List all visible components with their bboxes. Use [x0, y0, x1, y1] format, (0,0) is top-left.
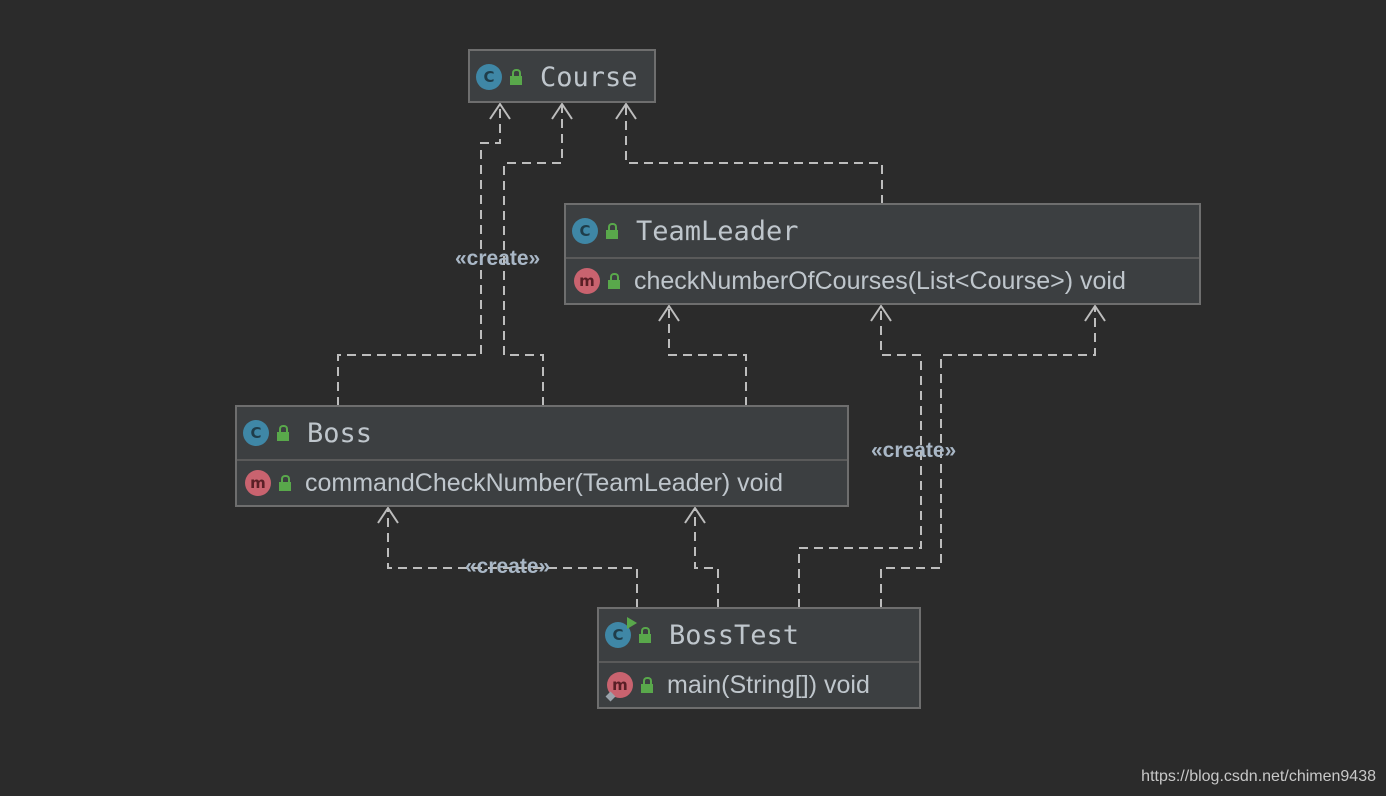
public-visibility-icon — [279, 475, 291, 491]
public-visibility-icon — [639, 627, 651, 643]
edge-boss-uses-teamleader — [668, 306, 747, 406]
method-row[interactable]: m main(String[]) void — [599, 661, 919, 707]
edge-label-create: «create» — [455, 247, 541, 270]
class-node-teamleader[interactable]: C TeamLeader m checkNumberOfCourses(List… — [564, 203, 1201, 305]
class-header: C Course — [470, 51, 654, 103]
edge-teamleader-uses-course — [625, 104, 883, 204]
uml-class-diagram: C Course C TeamLeader m checkNumberOfCou… — [0, 0, 1386, 796]
method-row[interactable]: m checkNumberOfCourses(List<Course>) voi… — [566, 257, 1199, 303]
class-icon: C — [243, 420, 269, 446]
public-visibility-icon — [608, 273, 620, 289]
class-name: BossTest — [669, 619, 800, 651]
edge-bosstest-uses-boss — [694, 508, 719, 608]
static-method-icon: m — [605, 672, 633, 702]
class-header: C TeamLeader — [566, 205, 1199, 257]
class-node-boss[interactable]: C Boss m commandCheckNumber(TeamLeader) … — [235, 405, 849, 507]
edge-label-create: «create» — [465, 555, 551, 578]
method-signature: commandCheckNumber(TeamLeader) void — [305, 468, 783, 497]
class-icon: C — [476, 64, 502, 90]
method-icon: m — [245, 470, 271, 496]
class-name: Boss — [307, 417, 373, 449]
public-visibility-icon — [277, 425, 289, 441]
class-node-course[interactable]: C Course — [468, 49, 656, 103]
runnable-class-icon: C — [605, 617, 637, 648]
class-name: Course — [540, 61, 638, 93]
public-visibility-icon — [606, 223, 618, 239]
class-name: TeamLeader — [636, 215, 799, 247]
class-header: C Boss — [237, 407, 847, 459]
method-icon: m — [574, 268, 600, 294]
method-signature: main(String[]) void — [667, 670, 870, 699]
method-row[interactable]: m commandCheckNumber(TeamLeader) void — [237, 459, 847, 505]
class-node-bosstest[interactable]: C BossTest m main(String[]) void — [597, 607, 921, 709]
watermark-url: https://blog.csdn.net/chimen9438 — [1141, 768, 1376, 785]
class-icon: C — [572, 218, 598, 244]
edge-label-create: «create» — [871, 439, 957, 462]
run-icon — [627, 617, 637, 629]
public-visibility-icon — [641, 677, 653, 693]
public-visibility-icon — [510, 69, 522, 85]
method-signature: checkNumberOfCourses(List<Course>) void — [634, 266, 1126, 295]
class-header: C BossTest — [599, 609, 919, 661]
